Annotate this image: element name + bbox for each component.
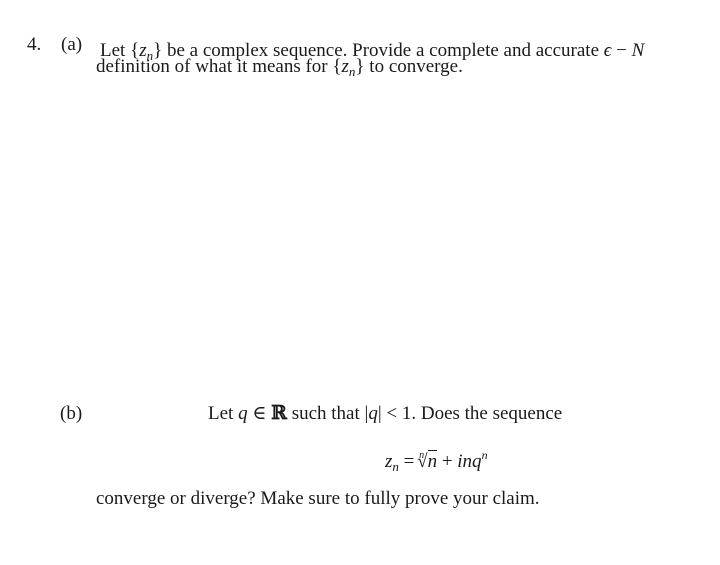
text: } to converge. <box>355 56 463 77</box>
part-a-label: (a) <box>61 34 83 55</box>
part-b-line-1: Let q ∈ ℝ such that |q| < 1. Does the se… <box>208 402 563 424</box>
part-b-label: (b) <box>60 403 83 424</box>
plus-symbol: + <box>437 451 458 472</box>
exponent: n <box>481 448 488 462</box>
text: such that | <box>286 403 369 424</box>
reals-symbol: ℝ <box>271 402 287 424</box>
question-number: 4. <box>27 34 42 55</box>
q-variable: q <box>368 403 378 424</box>
n-symbol: N <box>631 40 645 61</box>
text: definition of what it means for { <box>96 56 342 77</box>
q-variable: q <box>238 403 248 424</box>
sequence-formula: zn = n√n + inqn <box>385 446 488 476</box>
part-a-line-2: definition of what it means for {zn} to … <box>96 57 463 81</box>
part-b-line-2: converge or diverge? Make sure to fully … <box>96 488 540 509</box>
text: | < 1. Does the sequence <box>377 403 563 424</box>
imaginary-term: inq <box>457 451 482 472</box>
element-of-symbol: ∈ <box>247 403 272 424</box>
dash-symbol: − <box>611 40 632 61</box>
sequence-variable: z <box>341 56 349 77</box>
text: Let <box>208 403 239 424</box>
radicand: n <box>427 450 438 472</box>
radical-icon: √ <box>417 451 428 472</box>
